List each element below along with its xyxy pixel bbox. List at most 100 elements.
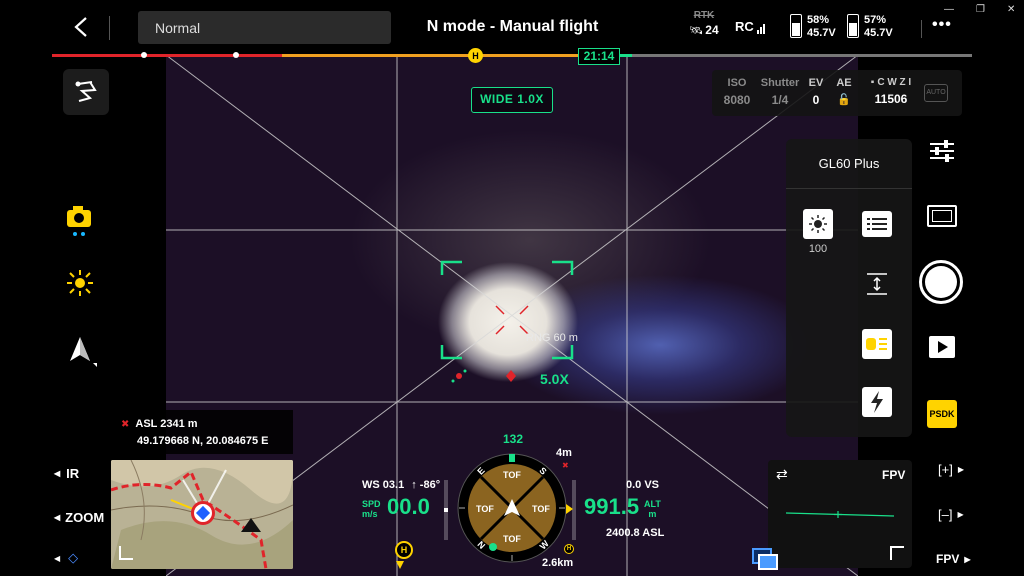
triangle-left-icon: ◀	[54, 553, 61, 563]
ae-label: AE	[836, 77, 852, 89]
triangle-right-icon: ▶	[957, 510, 964, 519]
target-range: RNG 60 m	[526, 332, 578, 344]
map-layer-button[interactable]: ◀ ◇	[54, 550, 78, 566]
rtk-status[interactable]: RTK 🛰 24	[686, 10, 722, 37]
speed-label-block: SPD m/s	[362, 499, 381, 519]
satellite-icon: 🛰	[689, 24, 704, 37]
storage-value: 11506	[874, 92, 908, 106]
tof-left: TOF	[476, 504, 494, 514]
satellite-count: 24	[705, 23, 719, 37]
shutter-value: 1/4	[771, 93, 789, 107]
wind-direction: ↑ -86°	[411, 479, 441, 491]
wind-speed-value: WS 03.1	[362, 479, 405, 491]
photo-mode-button[interactable]	[927, 205, 957, 227]
vertical-speed: 0.0 VS	[626, 479, 660, 491]
lens-zoom-badge[interactable]: WIDE 1.0X	[471, 87, 553, 113]
zoom-button[interactable]: ◀ ZOOM	[54, 510, 104, 525]
diamond-icon: ◇	[68, 550, 79, 565]
ev-label: EV	[808, 77, 824, 89]
home-direction-icon	[489, 543, 497, 551]
zoom-level: 5.0X	[540, 371, 569, 387]
psdk-panel: GL60 Plus 100	[786, 139, 912, 437]
flight-time-remaining: 21:14	[578, 48, 620, 65]
home-point-marker: H	[468, 48, 483, 63]
strobe-button[interactable]	[862, 387, 892, 417]
battery-2-voltage: 45.7V	[864, 27, 893, 39]
triangle-right-icon: ▶	[957, 465, 964, 474]
zoom-out-button[interactable]: [–] ▶	[938, 507, 964, 522]
storage-label: C W Z I	[877, 77, 912, 88]
shutter-button[interactable]	[919, 260, 963, 304]
home-pointer-icon	[396, 561, 404, 569]
home-point-icon[interactable]: H	[395, 541, 413, 559]
settings-button[interactable]	[928, 137, 956, 165]
light-toggle-button[interactable]	[862, 329, 892, 359]
zoom-in-label: [+]	[938, 462, 953, 477]
minimize-icon[interactable]: —	[944, 4, 954, 15]
fpv-switch-button[interactable]: FPV ▶	[936, 552, 971, 566]
camera-settings-panel[interactable]: ISO 8080 Shutter 1/4 EV 0 AE 🔓 ▪ C W Z I…	[712, 70, 962, 116]
tof-bottom: TOF	[503, 534, 521, 544]
compass[interactable]: TOF TOF TOF TOF E S W N	[456, 452, 568, 564]
restore-icon[interactable]: ❐	[976, 4, 985, 15]
zoom-label: ZOOM	[65, 510, 105, 525]
battery-icon	[790, 14, 802, 38]
camera-mode-button[interactable]	[62, 200, 96, 240]
expand-fpv-icon[interactable]	[890, 546, 904, 560]
brightness-button[interactable]	[803, 209, 833, 239]
auto-camera-icon[interactable]: AUTO	[924, 84, 948, 102]
zoom-out-label: [–]	[938, 507, 953, 522]
ir-button[interactable]: ◀ IR	[54, 466, 79, 481]
compass-dial	[457, 453, 567, 563]
ev-value: 0	[812, 93, 820, 107]
flight-timeline	[52, 52, 972, 63]
rc-label: RC	[735, 19, 754, 34]
expand-vertical-icon	[867, 273, 887, 295]
expand-map-icon[interactable]	[119, 546, 133, 560]
list-mode-button[interactable]	[862, 211, 892, 237]
flight-mode-field[interactable]: Normal	[138, 11, 391, 44]
camera-icon	[67, 206, 91, 236]
swap-icon[interactable]: ⇄	[776, 466, 788, 483]
lightning-icon	[871, 391, 883, 413]
playback-button[interactable]	[929, 336, 955, 358]
altitude-unit: m	[648, 509, 657, 519]
altitude-gauge	[566, 480, 576, 540]
target-icon: ✖	[562, 461, 569, 470]
mini-map[interactable]	[111, 460, 293, 569]
multi-window-button[interactable]	[752, 548, 778, 572]
beam-width-button[interactable]	[862, 269, 892, 299]
chevron-left-icon	[74, 17, 87, 37]
horizontal-speed: 00.0	[387, 494, 430, 519]
window-controls: — ❐ ✕	[944, 4, 1015, 15]
timeline-marker	[141, 52, 147, 58]
lock-icon[interactable]: 🔓	[833, 93, 855, 106]
signal-bars-icon	[756, 22, 765, 34]
distance-top: 4m	[556, 447, 572, 459]
fpv-panel[interactable]: ⇄ FPV	[768, 460, 912, 568]
wind-speed: WS 03.1 ↑ -86°	[362, 479, 440, 491]
close-icon[interactable]: ✕	[1007, 4, 1015, 15]
tof-top: TOF	[503, 470, 521, 480]
battery-1-percent: 58%	[807, 14, 830, 26]
triangle-left-icon: ◀	[54, 513, 61, 522]
gimbal-mode-button[interactable]	[64, 332, 100, 370]
altitude-label: ALT	[644, 499, 661, 509]
shutter-label: Shutter	[760, 77, 800, 89]
headlight-icon	[866, 338, 887, 350]
psdk-button[interactable]: PSDK	[927, 400, 957, 428]
iso-value: 8080	[723, 93, 751, 107]
route-icon	[75, 81, 97, 102]
zoom-in-button[interactable]: [+] ▶	[938, 462, 964, 477]
asl-value: ASL 2341 m	[135, 418, 198, 430]
waypoint-mission-button[interactable]	[63, 69, 109, 115]
battery-2[interactable]: 57% 45.7V	[847, 14, 893, 40]
page-title: N mode - Manual flight	[426, 18, 599, 35]
back-button[interactable]	[66, 12, 96, 42]
battery-1[interactable]: 58% 45.7V	[790, 14, 836, 40]
rc-signal[interactable]: RC	[735, 19, 765, 34]
distance-home: 2.6km	[542, 557, 574, 569]
spotlight-button[interactable]	[63, 266, 97, 300]
more-button[interactable]: •••	[932, 16, 952, 34]
fpv-switch-label: FPV	[936, 552, 960, 566]
